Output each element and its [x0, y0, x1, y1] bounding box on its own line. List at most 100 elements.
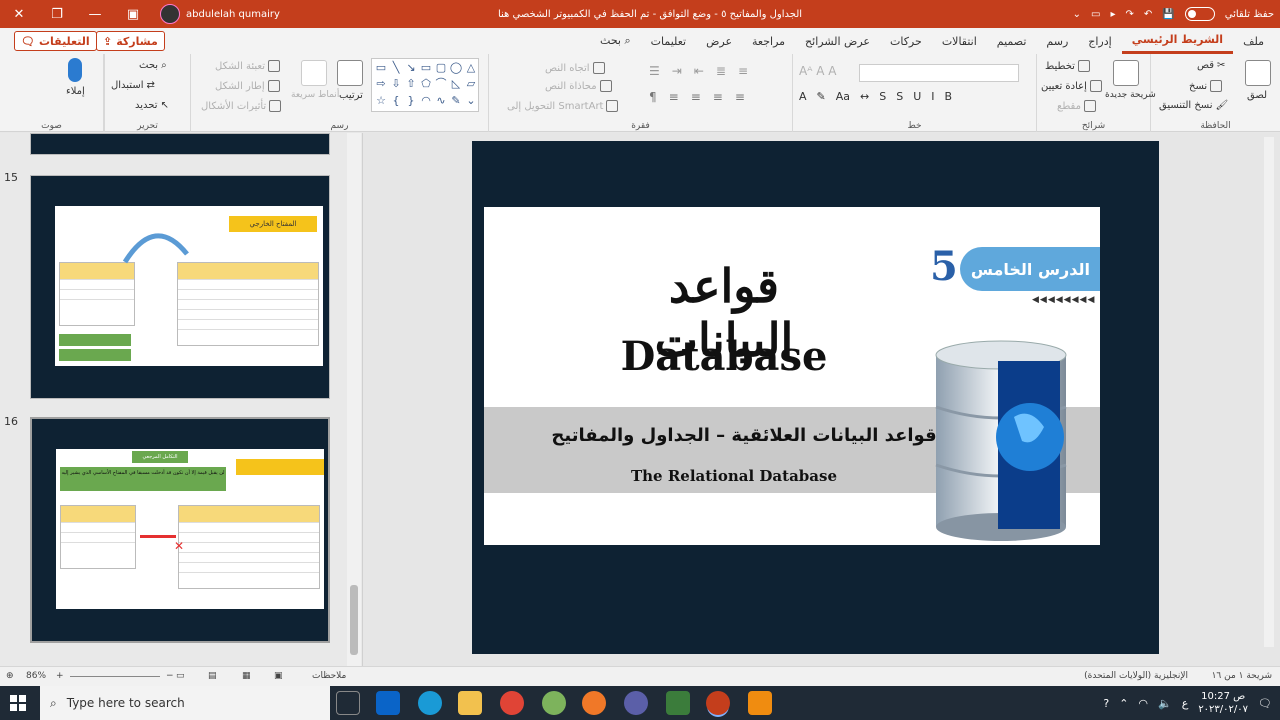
shapes-gallery[interactable]: ▭ ╲ ↘ ▭ ▢ ◯ △ ⇨ ⇩ ⇧ ⬠ ⌒ ◺ ▱ ☆{} ◠ ∿ ✎ ⌄	[371, 58, 479, 112]
triangle-shape-icon[interactable]: △	[464, 61, 478, 76]
present-icon[interactable]: ▭	[1091, 9, 1100, 20]
line-spacing-icon[interactable]: ☰	[649, 64, 660, 78]
shadow-icon[interactable]: S	[896, 90, 903, 103]
reset-button[interactable]: إعادة تعيين	[1041, 80, 1102, 92]
section-button[interactable]: مقطع	[1057, 100, 1096, 112]
tab-search[interactable]: ⌕ بحث	[590, 34, 641, 48]
flowchart-shape-icon[interactable]: ▱	[464, 77, 478, 92]
rtl-icon[interactable]: ¶	[649, 90, 657, 104]
slide-canvas[interactable]: الدرس الخامس 5 ◀◀◀◀◀◀◀◀ قواعد البيانات D…	[472, 141, 1159, 654]
zoom-slider[interactable]	[70, 676, 160, 677]
rectangle-shape-icon[interactable]: ▭	[419, 61, 433, 76]
powerpoint-icon[interactable]	[706, 691, 730, 715]
bullets-icon[interactable]: ≡	[738, 64, 748, 78]
change-case-icon[interactable]: Aa	[836, 90, 850, 103]
new-slide-button[interactable]: شريحة جديدة	[1105, 90, 1156, 100]
notes-button[interactable]: ملاحظات	[312, 671, 346, 681]
share-button[interactable]: ⇪ مشاركة	[96, 31, 165, 51]
cut-button[interactable]: قص ✂	[1197, 60, 1225, 71]
tab-review[interactable]: مراجعة	[742, 35, 795, 48]
find-button[interactable]: بحث ⌕	[139, 60, 167, 71]
input-language[interactable]: ع	[1182, 697, 1189, 710]
numbering-icon[interactable]: ≣	[716, 64, 726, 78]
shape-effects-button[interactable]: تأثيرات الأشكال	[201, 100, 282, 112]
undo-icon[interactable]: ↶	[1144, 9, 1152, 20]
paste-button[interactable]: لصق	[1247, 90, 1267, 101]
font-size-buttons[interactable]: Aᴬ A A	[799, 64, 836, 78]
osk-icon[interactable]	[624, 691, 648, 715]
tab-file[interactable]: ملف	[1233, 35, 1274, 48]
comments-button[interactable]: 🗨 التعليقات	[14, 31, 97, 51]
textbox-shape-icon[interactable]: ▭	[374, 61, 388, 76]
layout-button[interactable]: تخطيط	[1045, 60, 1090, 72]
tab-design[interactable]: تصميم	[987, 35, 1037, 48]
thumbnail-slide-15[interactable]: المفتاح الخارجي	[30, 175, 330, 399]
network-app-icon[interactable]	[666, 691, 690, 715]
underline-icon[interactable]: U	[913, 90, 921, 103]
line-shape-icon[interactable]: ╲	[389, 61, 403, 76]
quick-styles-icon[interactable]	[301, 60, 327, 86]
format-painter-button[interactable]: نسخ التنسيق 🖌	[1159, 100, 1228, 111]
bold-icon[interactable]: B	[945, 90, 953, 103]
new-slide-icon[interactable]	[1113, 60, 1139, 86]
tab-animations[interactable]: حركات	[880, 35, 932, 48]
strikethrough-icon[interactable]: S	[879, 90, 886, 103]
edge-icon[interactable]	[418, 691, 442, 715]
more-shapes-icon[interactable]: ⌄	[464, 94, 478, 109]
fit-to-window-icon[interactable]: ⊕	[6, 671, 14, 681]
font-name-input[interactable]	[859, 64, 1019, 82]
star-shape-icon[interactable]: ☆	[374, 94, 388, 109]
tray-chevron-icon[interactable]: ⌃	[1119, 697, 1128, 710]
arc-shape-icon[interactable]: ◠	[419, 94, 433, 109]
text-direction-button[interactable]: اتجاه النص	[545, 62, 605, 74]
arrow-down-shape-icon[interactable]: ⇩	[389, 77, 403, 92]
smartart-button[interactable]: التحويل إلى SmartArt	[507, 100, 619, 112]
zoom-level[interactable]: 86%	[26, 671, 46, 681]
tab-insert[interactable]: إدراج	[1078, 35, 1121, 48]
paste-icon[interactable]	[1245, 60, 1271, 86]
brace-close-shape-icon[interactable]: }	[404, 94, 418, 109]
microphone-icon[interactable]	[68, 58, 82, 82]
scrollbar-thumb[interactable]	[350, 585, 358, 655]
arrange-button[interactable]: ترتيب	[339, 90, 363, 101]
font-color-icon[interactable]: A	[799, 90, 807, 103]
rtriangle-shape-icon[interactable]: ◺	[449, 77, 463, 92]
slide-sorter-icon[interactable]: ▦	[242, 671, 251, 681]
oval-shape-icon[interactable]: ◯	[449, 61, 463, 76]
tab-draw[interactable]: رسم	[1036, 35, 1078, 48]
replace-button[interactable]: استبدال ⇄	[111, 80, 155, 91]
font-format-buttons[interactable]: A ✎ Aa ↔ S S U I B	[799, 90, 952, 103]
slideshow-view-icon[interactable]: ▭	[176, 671, 185, 681]
rounded-rect-shape-icon[interactable]: ▢	[434, 61, 448, 76]
justify-icon[interactable]: ≡	[669, 90, 679, 104]
char-spacing-icon[interactable]: ↔	[860, 90, 869, 103]
highlight-icon[interactable]: ✎	[817, 90, 826, 103]
chrome-icon[interactable]	[500, 691, 524, 715]
volume-icon[interactable]: 🔈	[1158, 697, 1172, 710]
task-view-icon[interactable]	[336, 691, 360, 715]
language-indicator[interactable]: الإنجليزية (الولايات المتحدة)	[1084, 671, 1188, 681]
notifications-icon[interactable]: 🗨	[1258, 697, 1272, 710]
thumbnail-slide-16[interactable]: التكامل المرجعي لن يقبل قيمة إلا أن تكون…	[30, 417, 330, 643]
list-buttons[interactable]: ☰ ⇥ ⇤ ≣ ≡	[649, 64, 748, 78]
zoom-in-icon[interactable]: +	[56, 671, 64, 681]
restore-button[interactable]: ❐	[38, 0, 76, 28]
reading-view-icon[interactable]: ▤	[208, 671, 217, 681]
taskbar-search[interactable]: ⌕ Type here to search	[40, 686, 330, 720]
autosave-toggle[interactable]	[1184, 7, 1215, 21]
curve-shape-icon[interactable]: ⌒	[434, 77, 448, 92]
align-buttons[interactable]: ¶ ≡ ≡ ≡ ≡	[649, 90, 745, 104]
slide-scrollbar[interactable]	[1264, 137, 1274, 647]
help-icon[interactable]: ?	[1103, 697, 1109, 710]
wave-shape-icon[interactable]: ∿	[434, 94, 448, 109]
arrow-right-shape-icon[interactable]: ⇨	[374, 77, 388, 92]
start-from-beginning-icon[interactable]: ▸	[1111, 9, 1116, 20]
quick-styles-button[interactable]: أنماط سريعة	[291, 90, 339, 100]
copy-button[interactable]: نسخ	[1189, 80, 1223, 92]
customize-qat-icon[interactable]: ⌄	[1073, 9, 1081, 20]
pentagon-shape-icon[interactable]: ⬠	[419, 77, 433, 92]
align-left-icon[interactable]: ≡	[735, 90, 745, 104]
app-icon[interactable]	[542, 691, 566, 715]
mail-icon[interactable]	[376, 691, 400, 715]
brace-shape-icon[interactable]: {	[389, 94, 403, 109]
